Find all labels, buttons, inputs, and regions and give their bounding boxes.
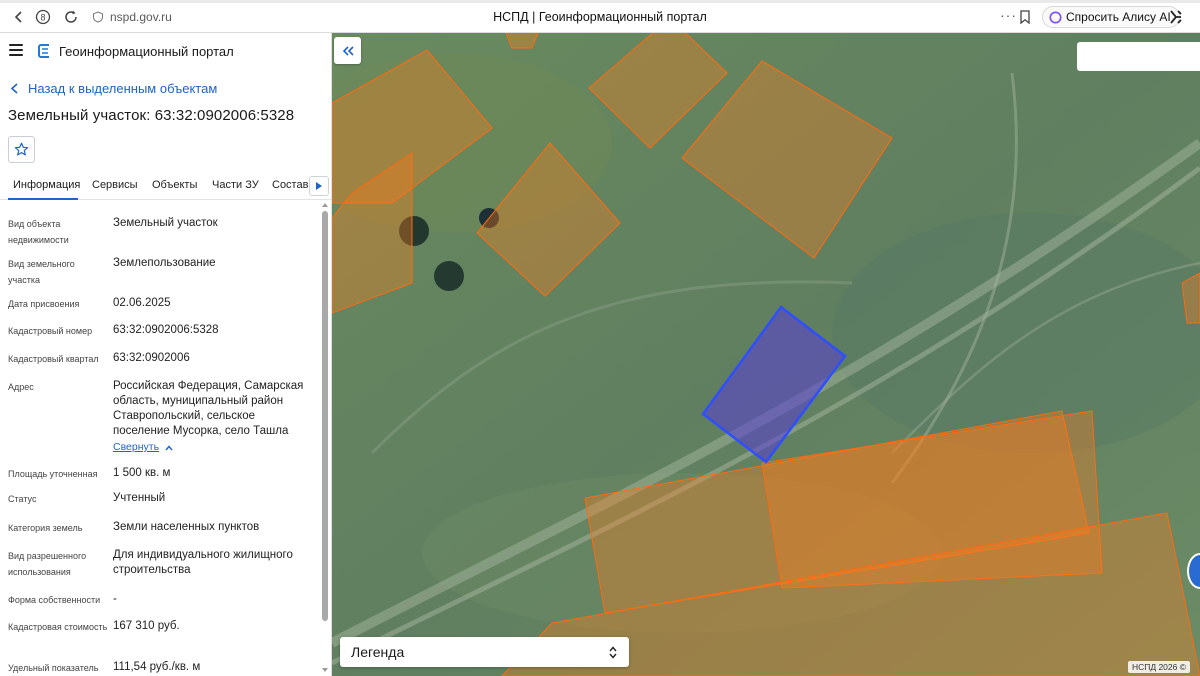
portal-logo-icon [38, 44, 49, 58]
field-label: Категория земель [8, 523, 83, 533]
field-value: Земельный участок [113, 217, 218, 229]
tab-information[interactable]: Информация [13, 179, 80, 191]
back-to-selected-label: Назад к выделенным объектам [28, 81, 218, 96]
address-text: Российская Федерация, Самарская область,… [113, 380, 304, 437]
double-chevron-left-icon [342, 45, 354, 56]
chevron-up-icon [165, 444, 173, 450]
active-tab-indicator [8, 198, 78, 200]
field-label: Адрес [8, 382, 34, 392]
field-label: Вид разрешенного использования [8, 551, 87, 577]
browser-toolbar: 8 nspd.gov.ru НСПД | Геоинформационный п… [0, 0, 1200, 33]
satellite-map[interactable] [332, 33, 1200, 676]
chevron-left-icon [10, 83, 18, 94]
scroll-down-icon[interactable] [322, 668, 328, 672]
field-value: 111,54 руб./кв. м [113, 661, 201, 673]
field-label: Кадастровая стоимость [8, 622, 108, 632]
site-shield-icon [93, 11, 103, 23]
field-value: Земли населенных пунктов [113, 521, 260, 533]
object-tabs: Информация Сервисы Объекты Части ЗУ Сост… [0, 173, 331, 200]
field-value: - [113, 593, 117, 605]
field-label: Вид объекта недвижимости [8, 219, 69, 245]
field-value: 02.06.2025 [113, 297, 171, 309]
back-to-selected-link[interactable]: Назад к выделенным объектам [10, 81, 217, 96]
object-title: Земельный участок: 63:32:0902006:5328 [8, 107, 295, 124]
tab-parts[interactable]: Части ЗУ [212, 179, 259, 191]
field-value-address: Российская Федерация, Самарская область,… [113, 379, 313, 455]
star-icon [14, 142, 29, 156]
bookmark-icon[interactable] [1019, 10, 1031, 24]
field-label: Кадастровый квартал [8, 354, 99, 364]
field-value: Для индивидуального жилищного строительс… [113, 549, 293, 576]
legend-label: Легенда [351, 644, 405, 660]
field-value: Землепользование [113, 257, 216, 269]
ask-alice-label: Спросить Алису AI [1066, 10, 1171, 24]
updown-chevron-icon [609, 645, 617, 659]
field-label: Кадастровый номер [8, 326, 93, 336]
tab-composition[interactable]: Состав [272, 179, 308, 191]
field-value: 167 310 руб. [113, 620, 180, 632]
more-dots-icon[interactable]: ··· [1000, 8, 1017, 22]
field-label: Дата присвоения [8, 299, 80, 309]
object-info-panel: Геоинформационный портал Назад к выделен… [0, 33, 332, 676]
panel-scrollbar[interactable] [321, 203, 329, 676]
browser-tab-title: НСПД | Геоинформационный портал [493, 10, 707, 24]
address-bar[interactable]: nspd.gov.ru [92, 8, 172, 26]
tab-objects[interactable]: Объекты [152, 179, 197, 191]
browser-tab-strip [0, 0, 1200, 3]
scrollbar-thumb[interactable] [322, 211, 328, 621]
map-copyright: НСПД 2026 © [1127, 661, 1190, 673]
map-search-input[interactable] [1077, 42, 1200, 71]
alice-icon [1049, 11, 1062, 23]
svg-text:8: 8 [40, 13, 45, 23]
collapse-address-link[interactable]: Свернуть [113, 440, 313, 455]
collapse-label: Свернуть [113, 441, 160, 453]
field-value: 63:32:0902006:5328 [113, 324, 219, 336]
caret-right-icon [316, 182, 322, 190]
field-label: Статус [8, 494, 37, 504]
field-value: 63:32:0902006 [113, 352, 190, 364]
ask-alice-button[interactable]: Спросить Алису AI [1042, 6, 1180, 28]
field-value: Учтенный [113, 492, 166, 504]
reload-icon[interactable] [62, 8, 80, 26]
address-bar-url: nspd.gov.ru [110, 10, 172, 24]
field-label: Форма собственности [8, 595, 101, 605]
app-header: Геоинформационный портал [0, 33, 331, 69]
yandex-shield-icon[interactable]: 8 [34, 8, 52, 26]
app-title: Геоинформационный портал [59, 44, 234, 59]
scroll-up-icon[interactable] [322, 203, 328, 207]
collapse-panel-button[interactable] [334, 37, 361, 64]
extension-icon[interactable] [1168, 9, 1184, 25]
tab-services[interactable]: Сервисы [92, 179, 138, 191]
map-view[interactable]: Легенда НСПД 2026 © [332, 33, 1200, 676]
field-label: Удельный показатель [8, 663, 99, 673]
field-label: Вид земельного участка [8, 259, 75, 285]
back-arrow-icon[interactable] [10, 8, 28, 26]
field-value: 1 500 кв. м [113, 467, 171, 479]
field-label: Площадь уточненная [8, 469, 98, 479]
tabs-scroll-right-button[interactable] [309, 176, 329, 196]
menu-icon[interactable] [9, 44, 23, 56]
favorite-button[interactable] [8, 136, 35, 163]
legend-dropdown[interactable]: Легенда [340, 637, 629, 667]
